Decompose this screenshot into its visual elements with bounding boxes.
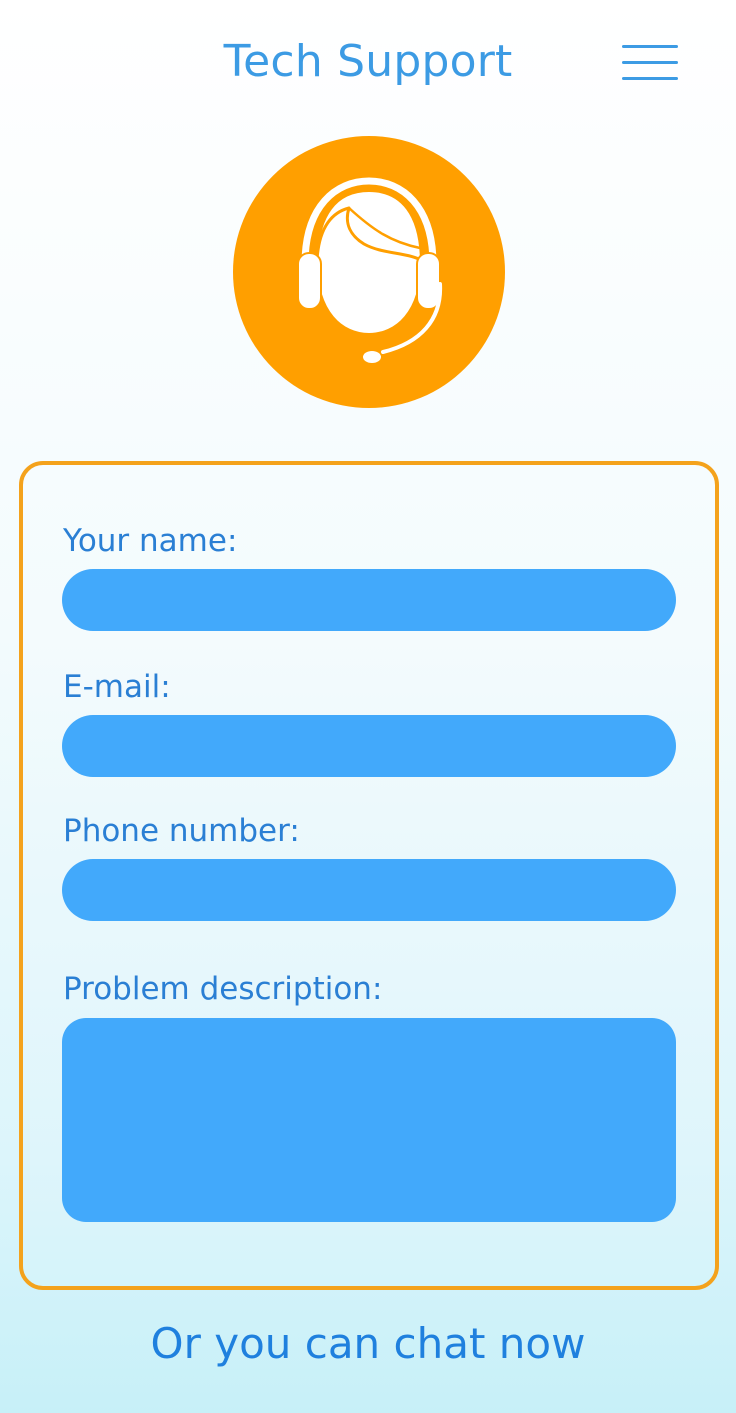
phone-label: Phone number: [63,813,300,849]
support-avatar [233,136,505,408]
email-input[interactable] [62,715,676,777]
problem-description-input[interactable] [62,1018,676,1222]
phone-number-input[interactable] [62,859,676,921]
chat-now-link[interactable]: Or you can chat now [0,1319,736,1368]
hamburger-menu-icon [622,77,678,80]
hamburger-menu-icon [622,45,678,48]
name-label: Your name: [63,523,238,559]
menu-button[interactable] [622,44,680,82]
problem-description-label: Problem description: [63,971,383,1007]
tech-support-screen: Tech Support Your name: E-mail: Phone nu… [0,0,736,1413]
email-label: E-mail: [63,669,171,705]
name-input[interactable] [62,569,676,631]
support-agent-headset-icon [297,177,443,363]
hamburger-menu-icon [622,61,678,64]
